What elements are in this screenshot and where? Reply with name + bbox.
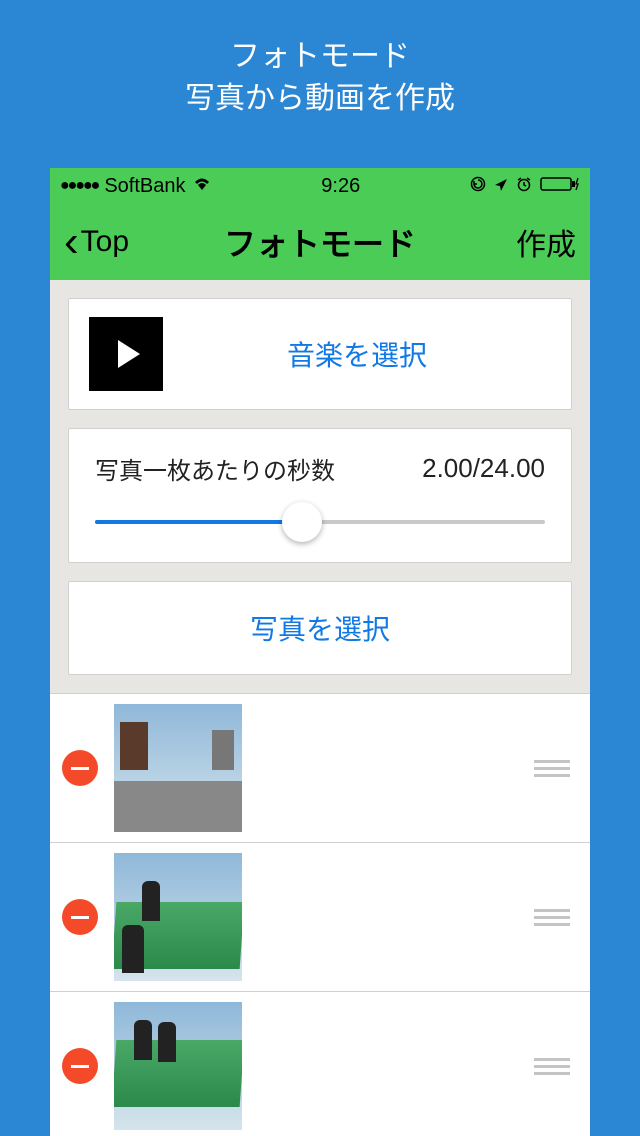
slider-thumb[interactable] bbox=[282, 502, 322, 542]
chevron-left-icon: ‹ bbox=[64, 220, 79, 264]
music-card: 音楽を選択 bbox=[68, 298, 572, 410]
drag-handle-icon[interactable] bbox=[534, 756, 570, 781]
photo-row bbox=[50, 992, 590, 1136]
status-left: ●●●●● SoftBank bbox=[60, 175, 212, 198]
promo-line-2: 写真から動画を作成 bbox=[0, 78, 640, 120]
clock: 9:26 bbox=[321, 175, 360, 198]
drag-handle-icon[interactable] bbox=[534, 905, 570, 930]
orientation-lock-icon bbox=[470, 175, 486, 198]
photo-thumbnail[interactable] bbox=[114, 1002, 242, 1130]
location-icon bbox=[494, 175, 508, 198]
wifi-icon bbox=[192, 175, 212, 198]
alarm-icon bbox=[516, 175, 532, 198]
page-title: フォトモード bbox=[50, 219, 590, 265]
photo-list bbox=[50, 693, 590, 1136]
minus-icon bbox=[71, 767, 89, 770]
promo-heading: フォトモード 写真から動画を作成 bbox=[0, 0, 640, 120]
play-button[interactable] bbox=[89, 317, 163, 391]
play-icon bbox=[118, 340, 140, 368]
carrier-label: SoftBank bbox=[104, 175, 185, 198]
delete-button[interactable] bbox=[62, 1048, 98, 1084]
minus-icon bbox=[71, 916, 89, 919]
back-button[interactable]: ‹ Top bbox=[64, 220, 129, 264]
photo-thumbnail[interactable] bbox=[114, 704, 242, 832]
seconds-label: 写真一枚あたりの秒数 bbox=[95, 451, 335, 486]
create-button[interactable]: 作成 bbox=[516, 220, 576, 264]
seconds-row: 写真一枚あたりの秒数 2.00/24.00 bbox=[95, 451, 545, 486]
select-photos-button[interactable]: 写真を選択 bbox=[68, 581, 572, 675]
status-right bbox=[470, 175, 580, 198]
phone-frame: ●●●●● SoftBank 9:26 ‹ Top フ bbox=[50, 168, 590, 1136]
seconds-value: 2.00/24.00 bbox=[422, 453, 545, 484]
battery-icon bbox=[540, 175, 580, 198]
seconds-card: 写真一枚あたりの秒数 2.00/24.00 bbox=[68, 428, 572, 563]
back-label: Top bbox=[81, 225, 129, 259]
signal-dots-icon: ●●●●● bbox=[60, 177, 98, 195]
photo-row bbox=[50, 843, 590, 992]
status-bar: ●●●●● SoftBank 9:26 bbox=[50, 168, 590, 204]
drag-handle-icon[interactable] bbox=[534, 1054, 570, 1079]
content-area: 音楽を選択 写真一枚あたりの秒数 2.00/24.00 写真を選択 bbox=[50, 280, 590, 1136]
seconds-slider[interactable] bbox=[95, 520, 545, 526]
promo-line-1: フォトモード bbox=[0, 36, 640, 78]
nav-bar: ‹ Top フォトモード 作成 bbox=[50, 204, 590, 280]
photo-row bbox=[50, 694, 590, 843]
minus-icon bbox=[71, 1065, 89, 1068]
delete-button[interactable] bbox=[62, 750, 98, 786]
delete-button[interactable] bbox=[62, 899, 98, 935]
slider-fill bbox=[95, 520, 302, 524]
select-music-button[interactable]: 音楽を選択 bbox=[163, 334, 551, 374]
photo-thumbnail[interactable] bbox=[114, 853, 242, 981]
